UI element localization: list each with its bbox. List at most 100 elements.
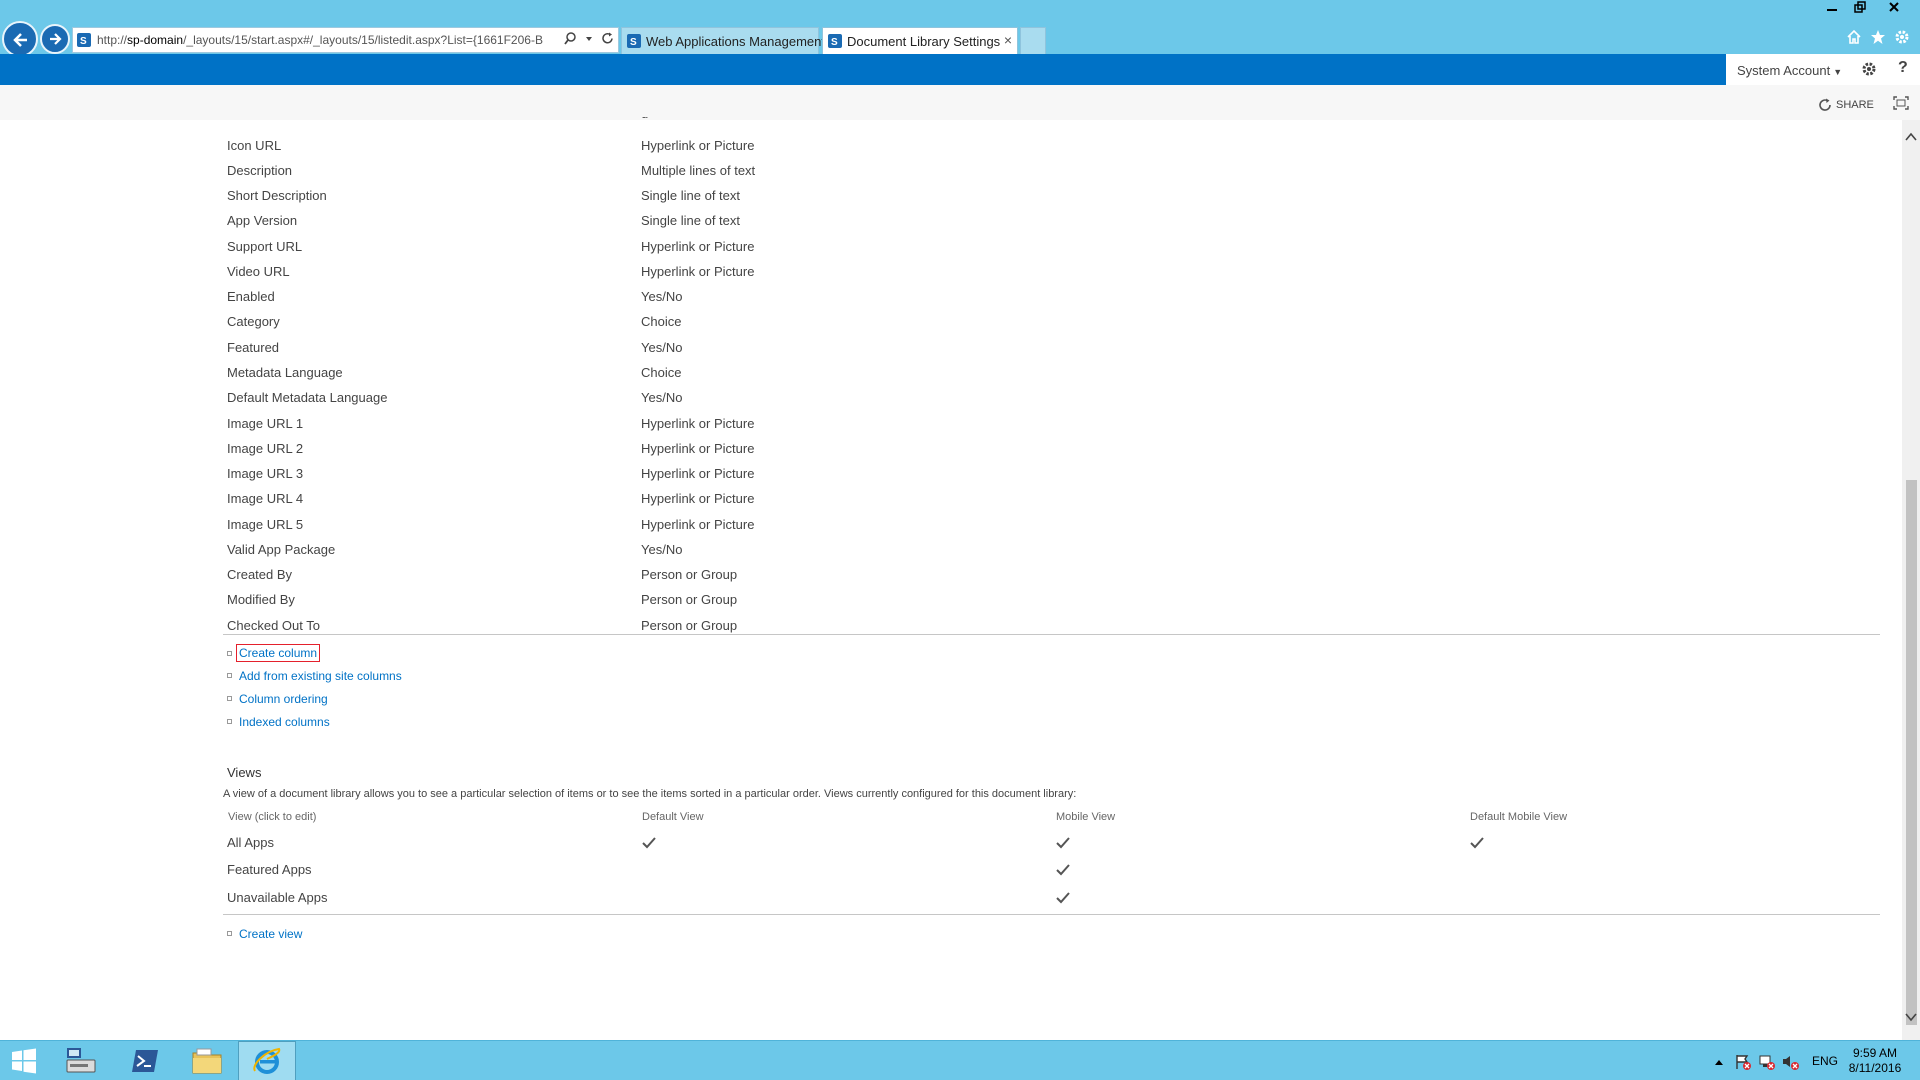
scrollbar-thumb[interactable] <box>1906 480 1917 1025</box>
bullet-icon <box>227 673 232 678</box>
internet-explorer-icon <box>253 1047 281 1074</box>
forward-arrow-icon <box>50 33 62 45</box>
column-name-link[interactable]: Icon URL <box>227 138 281 153</box>
views-header-view: View (click to edit) <box>228 811 317 823</box>
checkmark-icon <box>642 836 656 854</box>
main-content: g Icon URL Hyperlink or Picture Descriptio… <box>0 112 1902 1040</box>
column-name-link[interactable]: Image URL 4 <box>227 491 303 506</box>
clipped-row: g <box>641 112 648 118</box>
clock-date: 8/11/2016 <box>1848 1061 1902 1075</box>
close-tab-icon[interactable]: × <box>1004 32 1012 48</box>
server-manager-taskbar-button[interactable] <box>52 1041 110 1080</box>
settings-gear-icon[interactable] <box>1861 61 1877 77</box>
views-divider <box>223 914 1880 915</box>
column-name-link[interactable]: Description <box>227 163 292 178</box>
account-menu[interactable]: System Account ▼ <box>1737 63 1842 78</box>
clock[interactable]: 9:59 AM 8/11/2016 <box>1840 1046 1910 1076</box>
network-icon[interactable] <box>1758 1054 1776 1070</box>
search-icon[interactable] <box>564 32 577 45</box>
share-label: SHARE <box>1836 99 1874 111</box>
column-type: Person or Group <box>641 592 738 607</box>
column-name-link[interactable]: Short Description <box>227 188 327 203</box>
home-icon[interactable] <box>1846 29 1862 45</box>
column-type: Hyperlink or Picture <box>641 416 755 431</box>
refresh-icon[interactable] <box>601 32 614 45</box>
dropdown-arrow-icon[interactable] <box>585 35 593 43</box>
account-name: System Account <box>1737 63 1831 78</box>
create-view-link[interactable]: Create view <box>239 927 302 941</box>
column-name-link[interactable]: Default Metadata Language <box>227 390 387 405</box>
column-name-link[interactable]: Support URL <box>227 239 302 254</box>
column-name-link[interactable]: Image URL 3 <box>227 466 303 481</box>
column-type: Person or Group <box>641 567 738 582</box>
column-name-link[interactable]: Created By <box>227 567 292 582</box>
suite-bar-user-area: System Account ▼ ? <box>1726 54 1920 85</box>
view-name-link[interactable]: Unavailable Apps <box>227 890 327 905</box>
back-button[interactable] <box>2 21 38 57</box>
tools-gear-icon[interactable] <box>1894 29 1910 45</box>
scroll-up-arrow-icon[interactable] <box>1905 132 1917 142</box>
column-name-link[interactable]: Image URL 2 <box>227 441 303 456</box>
focus-on-content-icon[interactable] <box>1893 96 1909 110</box>
column-name-link[interactable]: Enabled <box>227 289 275 304</box>
tab-web-applications-management[interactable]: S Web Applications Management <box>621 27 825 54</box>
column-name-link[interactable]: Image URL 5 <box>227 517 303 532</box>
windows-logo-icon <box>12 1048 36 1074</box>
favorites-star-icon[interactable] <box>1870 29 1886 45</box>
indexed-columns-link[interactable]: Indexed columns <box>239 715 330 729</box>
volume-icon[interactable] <box>1782 1054 1800 1070</box>
address-url[interactable]: http://sp-domain/_layouts/15/start.aspx#… <box>97 33 543 47</box>
show-hidden-icons-icon[interactable] <box>1714 1058 1724 1066</box>
file-explorer-taskbar-button[interactable] <box>178 1041 236 1080</box>
column-name-link[interactable]: Video URL <box>227 264 290 279</box>
column-type: Single line of text <box>641 188 741 203</box>
svg-text:S: S <box>630 37 637 48</box>
column-type: Yes/No <box>641 340 683 355</box>
views-header-default-mobile-view: Default Mobile View <box>1470 811 1568 823</box>
add-existing-site-columns-link[interactable]: Add from existing site columns <box>239 669 402 683</box>
new-tab-button[interactable] <box>1020 27 1046 54</box>
checkmark-icon <box>1470 836 1484 854</box>
column-name-link[interactable]: App Version <box>227 213 297 228</box>
close-window-button[interactable] <box>1880 0 1907 18</box>
view-name-link[interactable]: All Apps <box>227 835 274 850</box>
browser-chrome: S http://sp-domain/_layouts/15/start.asp… <box>0 0 1920 57</box>
internet-explorer-taskbar-button[interactable] <box>238 1041 296 1080</box>
action-center-flag-icon[interactable] <box>1734 1054 1752 1070</box>
column-type: Hyperlink or Picture <box>641 466 755 481</box>
column-name-link[interactable]: Modified By <box>227 592 295 607</box>
minimize-button[interactable] <box>1818 0 1845 18</box>
ribbon-row: SHARE <box>0 85 1920 120</box>
column-name-link[interactable]: Valid App Package <box>227 542 335 557</box>
windows-taskbar: ENG 9:59 AM 8/11/2016 <box>0 1040 1920 1080</box>
column-type: Choice <box>641 314 682 329</box>
address-bar[interactable]: S http://sp-domain/_layouts/15/start.asp… <box>72 27 619 53</box>
views-header-mobile-view: Mobile View <box>1056 811 1116 823</box>
column-name-link[interactable]: Image URL 1 <box>227 416 303 431</box>
column-name-link[interactable]: Metadata Language <box>227 365 343 380</box>
create-column-link[interactable]: Create column <box>235 644 321 662</box>
powershell-taskbar-button[interactable] <box>116 1041 174 1080</box>
vertical-scrollbar[interactable] <box>1902 120 1920 1040</box>
share-icon <box>1819 98 1831 111</box>
scroll-down-arrow-icon[interactable] <box>1905 1012 1917 1022</box>
column-type: Hyperlink or Picture <box>641 441 755 456</box>
bullet-icon <box>227 931 232 936</box>
checkmark-icon <box>1056 836 1070 854</box>
help-icon[interactable]: ? <box>1898 59 1908 77</box>
column-name-link[interactable]: Checked Out To <box>227 618 320 633</box>
tab-document-library-settings[interactable]: S Document Library Settings × <box>822 27 1018 54</box>
svg-text:S: S <box>80 36 87 47</box>
language-indicator[interactable]: ENG <box>1812 1054 1838 1068</box>
column-ordering-link[interactable]: Column ordering <box>239 692 328 706</box>
restore-button[interactable] <box>1846 0 1873 18</box>
start-button[interactable] <box>0 1041 48 1080</box>
share-button[interactable]: SHARE <box>1818 98 1874 112</box>
view-name-link[interactable]: Featured Apps <box>227 862 312 877</box>
column-name-link[interactable]: Category <box>227 314 280 329</box>
forward-button[interactable] <box>40 24 70 54</box>
clock-time: 9:59 AM <box>1852 1046 1898 1060</box>
sharepoint-favicon-icon: S <box>827 33 843 52</box>
column-type: Yes/No <box>641 542 683 557</box>
column-name-link[interactable]: Featured <box>227 340 279 355</box>
